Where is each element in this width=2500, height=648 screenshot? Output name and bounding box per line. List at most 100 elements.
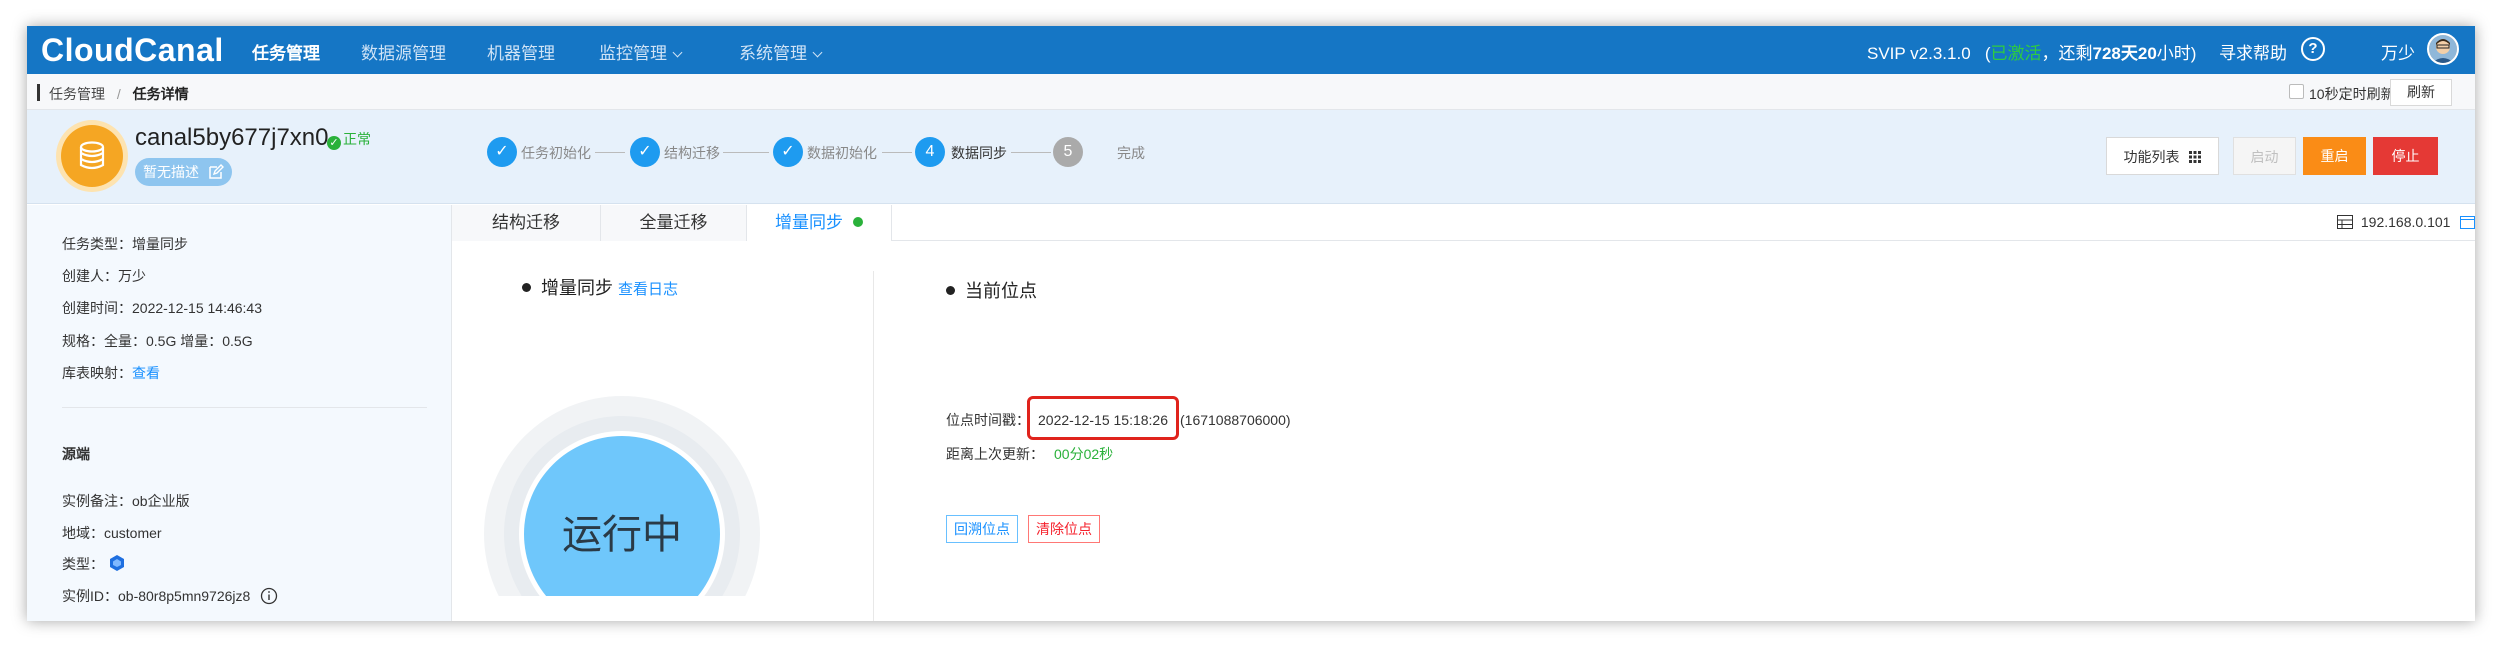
view-mapping-link[interactable]: 查看 — [132, 365, 160, 381]
restart-button[interactable]: 重启 — [2303, 137, 2366, 175]
info-value: ob-80r8p5mn9726jz8 — [118, 588, 251, 604]
info-table-mapping: 库表映射：查看 — [62, 363, 160, 383]
avatar-face-icon — [2429, 35, 2457, 63]
window-icon[interactable] — [2460, 216, 2475, 229]
database-icon — [61, 125, 123, 187]
description-tag[interactable]: 暂无描述 — [135, 158, 232, 186]
divider — [873, 271, 874, 621]
breadcrumb-marker — [37, 84, 40, 101]
stop-button[interactable]: 停止 — [2373, 137, 2438, 175]
info-label: 库表映射： — [62, 365, 132, 381]
info-label: 实例ID： — [62, 588, 118, 604]
question-icon[interactable]: ? — [2301, 37, 2325, 61]
nav-item-system-management[interactable]: 系统管理 — [739, 39, 823, 64]
step-connector — [723, 152, 769, 153]
license-paren: ( — [1975, 44, 1991, 63]
position-title-row: 当前位点 — [946, 277, 1037, 303]
info-label: 创建时间： — [62, 300, 132, 316]
info-created-time: 创建时间：2022-12-15 14:46:43 — [62, 298, 262, 318]
view-log-link[interactable]: 查看日志 — [618, 281, 678, 298]
info-label: 类型： — [62, 556, 104, 572]
nav-item-label: 监控管理 — [599, 44, 667, 63]
step-3-done: ✓ — [773, 137, 803, 167]
nav-item-label: 系统管理 — [739, 44, 807, 63]
incremental-title: 增量同步 — [541, 278, 613, 298]
step-2-done: ✓ — [630, 137, 660, 167]
tab-full-migration[interactable]: 全量迁移 — [601, 205, 747, 241]
task-header: canal5by677j7xn0 ✓ 正常 暂无描述 ✓ 任务初始化 ✓ 结构迁移… — [27, 110, 2475, 204]
breadcrumb-separator: / — [116, 86, 121, 102]
info-instance-remark: 实例备注：ob企业版 — [62, 491, 190, 511]
info-label: 创建人： — [62, 268, 118, 284]
running-dot-icon — [853, 217, 863, 227]
app-window: CloudCanal 任务管理 数据源管理 机器管理 监控管理 系统管理 SVI… — [27, 26, 2475, 621]
help-link[interactable]: 寻求帮助 — [2219, 39, 2287, 64]
info-value: 全量：0.5G 增量：0.5G — [104, 333, 253, 349]
tab-incremental-sync[interactable]: 增量同步 — [747, 205, 892, 241]
logo[interactable]: CloudCanal — [41, 32, 224, 69]
info-region: 地域：customer — [62, 523, 162, 543]
bullet-icon — [522, 283, 531, 292]
info-task-type: 任务类型：增量同步 — [62, 234, 188, 254]
license-info: SVIP v2.3.1.0 (已激活，还剩728天20小时) — [1867, 39, 2196, 64]
task-name: canal5by677j7xn0 — [135, 124, 329, 151]
divider — [62, 407, 427, 408]
host-ip-text: 192.168.0.101 — [2360, 214, 2451, 230]
rewind-position-button[interactable]: 回溯位点 — [946, 515, 1018, 543]
highlight-box — [1027, 396, 1179, 440]
bullet-icon — [946, 286, 955, 295]
info-value: customer — [104, 525, 162, 541]
function-list-button[interactable]: 功能列表 — [2106, 137, 2219, 175]
info-icon[interactable] — [260, 587, 278, 605]
clear-position-button[interactable]: 清除位点 — [1028, 515, 1100, 543]
edit-icon[interactable] — [208, 164, 224, 180]
incremental-title-row: 增量同步 查看日志 — [522, 274, 678, 300]
info-type: 类型： — [62, 554, 126, 574]
position-title: 当前位点 — [965, 281, 1037, 301]
step-2-label: 结构迁移 — [664, 145, 720, 161]
top-nav: CloudCanal 任务管理 数据源管理 机器管理 监控管理 系统管理 SVI… — [27, 26, 2475, 74]
running-status-text: 运行中 — [562, 513, 682, 557]
function-list-label: 功能列表 — [2123, 149, 2180, 165]
nav-item-monitor-management[interactable]: 监控管理 — [599, 39, 683, 64]
step-1-done: ✓ — [487, 137, 517, 167]
chevron-down-icon — [672, 47, 683, 58]
oceanbase-icon — [109, 555, 124, 571]
since-update-label: 距离上次更新： — [946, 446, 1044, 462]
breadcrumb-parent[interactable]: 任务管理 — [49, 86, 105, 102]
status-text: 正常 — [343, 131, 371, 147]
detail-tabs: 结构迁移 全量迁移 增量同步 192.168.0.101 — [452, 205, 2475, 241]
chevron-down-icon — [812, 47, 823, 58]
nav-item-task-management[interactable]: 任务管理 — [252, 39, 320, 64]
description-text: 暂无描述 — [143, 164, 199, 180]
remaining-hours: 20 — [2137, 44, 2157, 63]
remaining-days: 728 — [2092, 44, 2121, 63]
avatar[interactable] — [2427, 33, 2459, 65]
breadcrumb-current: 任务详情 — [132, 86, 189, 102]
step-3-label: 数据初始化 — [807, 145, 877, 161]
tab-structure-migration[interactable]: 结构迁移 — [452, 205, 601, 241]
step-connector — [1011, 152, 1051, 153]
step-1-label: 任务初始化 — [521, 145, 591, 161]
activated-label: 已激活 — [1990, 44, 2042, 63]
start-button[interactable]: 启动 — [2233, 137, 2296, 175]
step-connector — [882, 152, 912, 153]
running-status-circle: 运行中 — [484, 396, 760, 596]
info-creator: 创建人：万少 — [62, 266, 146, 286]
task-info-panel: 任务类型：增量同步 创建人：万少 创建时间：2022-12-15 14:46:4… — [27, 205, 452, 621]
tab-label: 增量同步 — [775, 213, 843, 232]
remaining-suffix: 小时) — [2156, 44, 2197, 63]
nav-item-datasource-management[interactable]: 数据源管理 — [361, 39, 446, 64]
auto-refresh-label: 10秒定时刷新 — [2309, 86, 2395, 102]
info-label: 规格： — [62, 333, 104, 349]
auto-refresh-checkbox[interactable] — [2289, 84, 2304, 99]
info-spec: 规格：全量：0.5G 增量：0.5G — [62, 331, 253, 351]
step-5-todo: 5 — [1053, 137, 1083, 167]
step-5-label: 完成 — [1117, 145, 1145, 161]
nav-item-machine-management[interactable]: 机器管理 — [487, 39, 555, 64]
host-ip[interactable]: 192.168.0.101 — [2337, 214, 2475, 230]
user-name[interactable]: 万少 — [2381, 39, 2415, 64]
server-icon — [2337, 215, 2353, 229]
info-label: 地域： — [62, 525, 104, 541]
refresh-button[interactable]: 刷新 — [2390, 79, 2452, 106]
